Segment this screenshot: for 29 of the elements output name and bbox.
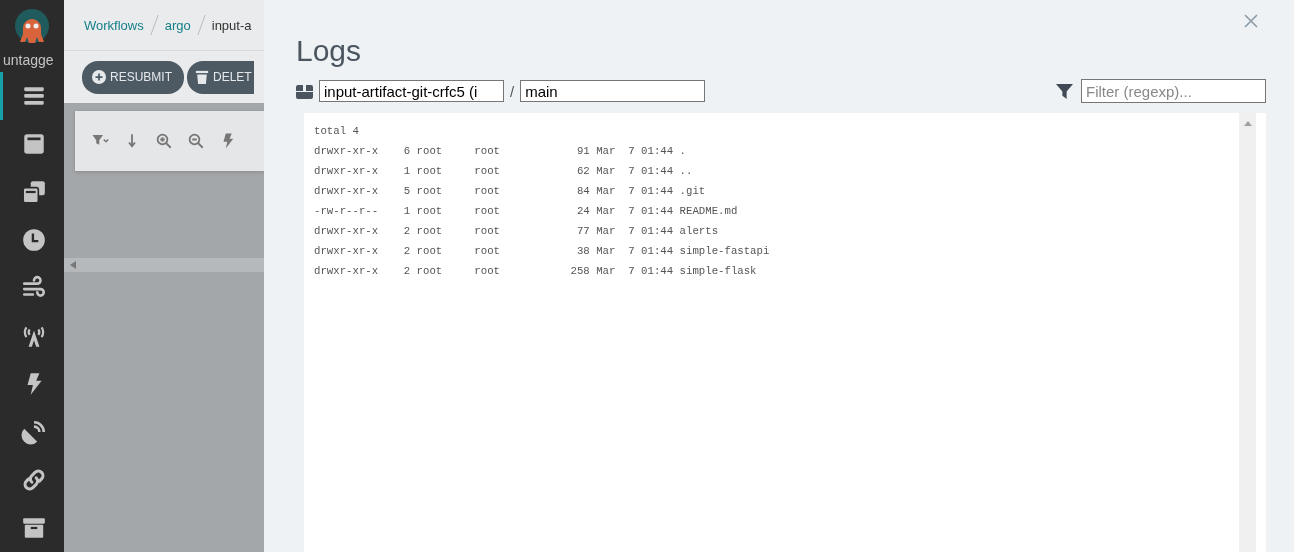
breadcrumb-link[interactable]: Workflows	[84, 17, 144, 33]
pod-select[interactable]: input-artifact-git-crfc5 (i	[319, 80, 504, 102]
breadcrumb-link[interactable]: input-a	[211, 17, 252, 33]
breadcrumb-link[interactable]: argo	[164, 17, 191, 33]
log-line: drwxr-xr-x 2 root root 38 Mar 7 01:44 simple-fastapi	[314, 244, 770, 259]
zoom-in-icon[interactable]	[155, 132, 173, 150]
clock-icon	[20, 227, 47, 253]
log-line: total 4	[314, 124, 359, 139]
filter-icon	[1056, 82, 1073, 100]
action-button[interactable]: DELET	[187, 60, 254, 94]
container-select[interactable]: main	[520, 80, 706, 102]
zoom-out-icon[interactable]	[187, 132, 205, 150]
close-icon[interactable]	[1244, 14, 1258, 28]
path-separator: /	[510, 82, 515, 100]
satellite-dish-icon	[20, 419, 47, 445]
plus-circle-icon	[92, 70, 106, 84]
log-line: drwxr-xr-x 6 root root 91 Mar 7 01:44 .	[314, 144, 686, 159]
log-line: drwxr-xr-x 2 root root 258 Mar 7 01:44 simple-flask	[314, 264, 757, 279]
trash-icon	[195, 70, 209, 84]
log-line: -rw-r--r-- 1 root root 24 Mar 7 01:44 README.md	[314, 204, 738, 219]
panel-title: Logs	[296, 34, 363, 67]
action-button[interactable]: RESUBMIT	[82, 60, 184, 94]
filter-field[interactable]: Filter (regexp)...	[1081, 79, 1266, 103]
archive-icon	[20, 515, 47, 541]
log-line: drwxr-xr-x 2 root root 77 Mar 7 01:44 alerts	[314, 224, 719, 239]
log-line: drwxr-xr-x 5 root root 84 Mar 7 01:44 .git	[314, 184, 706, 199]
cube-icon	[296, 83, 313, 99]
user-name: untagge	[2, 52, 55, 68]
log-line: drwxr-xr-x 1 root root 62 Mar 7 01:44 ..	[314, 164, 693, 179]
